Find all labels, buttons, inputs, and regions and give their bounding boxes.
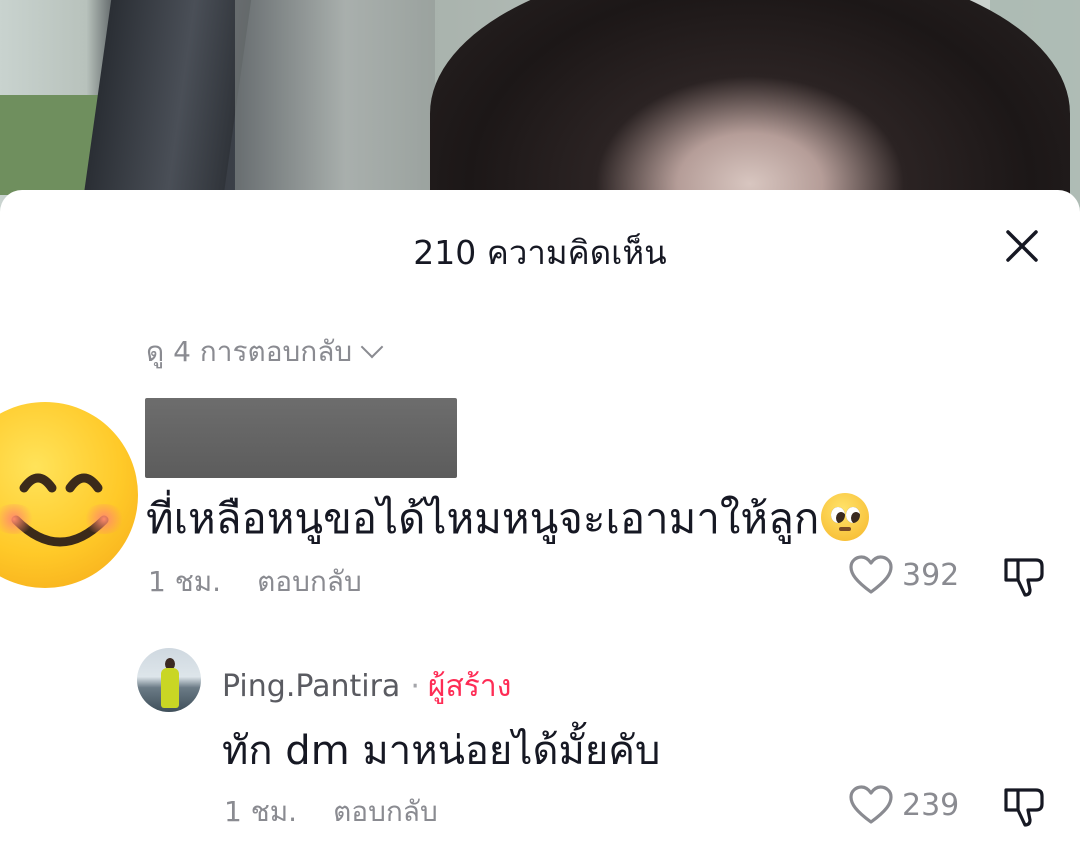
thumbs-down-icon [1004,788,1044,827]
reply-username-line: Ping.Pantira · ผู้สร้าง [222,663,511,710]
smiling-face-icon [11,473,109,547]
reply-time: 1 ชม. [224,795,298,828]
comment-time: 1 ชม. [148,565,222,598]
close-icon [1006,230,1038,262]
heart-icon [849,785,893,824]
comments-sheet: 210 ความคิดเห็น ดู 4 การตอบกลับ ที่เหลือ… [0,190,1080,860]
dislike-button[interactable] [1002,784,1046,828]
creator-badge: ผู้สร้าง [427,669,512,704]
like-button[interactable]: 239 [848,784,959,826]
comment-text-content: ที่เหลือหนูขอได้ไหมหนูจะเอามาให้ลูก [146,494,820,543]
comment-meta: 1 ชม. ตอบกลับ [148,560,362,604]
emoji-cheek [82,504,126,534]
username[interactable]: Ping.Pantira [222,669,400,704]
comment-text: ที่เหลือหนูขอได้ไหมหนูจะเอามาให้ลูก [146,486,870,552]
smiling-face-emoji-avatar[interactable] [0,402,138,588]
reply-meta: 1 ชม. ตอบกลับ [224,790,438,834]
redacted-username [145,398,457,478]
reply-button[interactable]: ตอบกลับ [333,795,438,828]
reply-button[interactable]: ตอบกลับ [257,565,362,598]
heart-icon [849,555,893,594]
like-button[interactable]: 392 [848,554,959,596]
comments-count-title: 210 ความคิดเห็น [413,233,667,272]
like-count: 392 [902,557,960,593]
like-count: 239 [902,787,960,823]
chevron-down-icon [360,335,384,359]
view-replies-label: ดู 4 การตอบกลับ [146,335,353,368]
separator-dot: · [410,669,420,704]
pleading-face-icon [821,493,870,541]
dislike-button[interactable] [1002,554,1046,598]
thumbs-down-icon [1004,558,1044,597]
avatar-figure-dress [161,668,179,708]
view-replies-button[interactable]: ดู 4 การตอบกลับ [146,330,384,374]
reply-comment-text: ทัก dm มาหน่อยได้มั้ยคับ [222,728,661,774]
close-button[interactable] [1000,224,1044,268]
avatar[interactable] [137,648,201,712]
